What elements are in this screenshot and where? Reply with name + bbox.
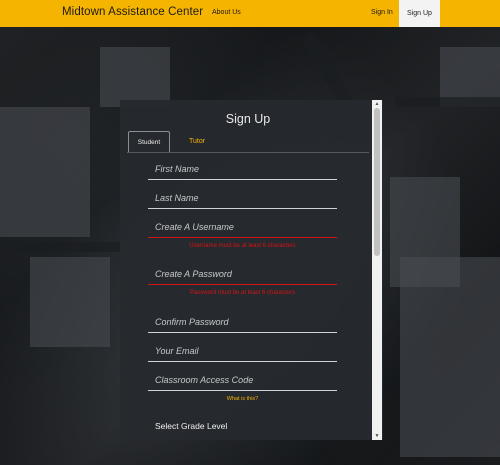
first-name-input[interactable] [148,159,337,179]
password-error: Password must be at least 6 characters [189,290,296,296]
what-is-this-link[interactable]: What is this? [148,396,337,402]
scrollbar-thumb[interactable] [374,108,380,256]
nav-sign-in-link[interactable]: Sign In [371,9,393,16]
modal-title: Sign Up [225,112,271,126]
password-input[interactable] [148,264,337,284]
grade-level-label[interactable]: Select Grade Level [155,421,227,431]
nav-about-link[interactable]: About Us [212,9,241,16]
password-field [148,264,337,285]
sign-up-modal: Sign Up Student Tutor Username must be a… [120,100,383,440]
first-name-field [148,159,337,180]
navbar: Midtown Assistance Center About Us Sign … [0,0,500,27]
access-code-input[interactable] [148,370,337,390]
confirm-password-input[interactable] [148,312,337,332]
username-error: Username must be at least 6 characters [189,243,296,249]
scroll-down-arrow-icon[interactable]: ▼ [372,432,382,440]
scroll-up-arrow-icon[interactable]: ▲ [372,100,382,108]
email-field [148,341,337,362]
username-field [148,217,337,238]
access-code-field [148,370,337,391]
tab-divider [127,152,369,153]
tab-student[interactable]: Student [128,131,170,152]
tab-tutor[interactable]: Tutor [189,138,205,145]
last-name-input[interactable] [148,188,337,208]
username-input[interactable] [148,217,337,237]
confirm-password-field [148,312,337,333]
email-input[interactable] [148,341,337,361]
brand-title[interactable]: Midtown Assistance Center [62,6,203,18]
last-name-field [148,188,337,209]
nav-sign-up-link[interactable]: Sign Up [399,0,440,27]
